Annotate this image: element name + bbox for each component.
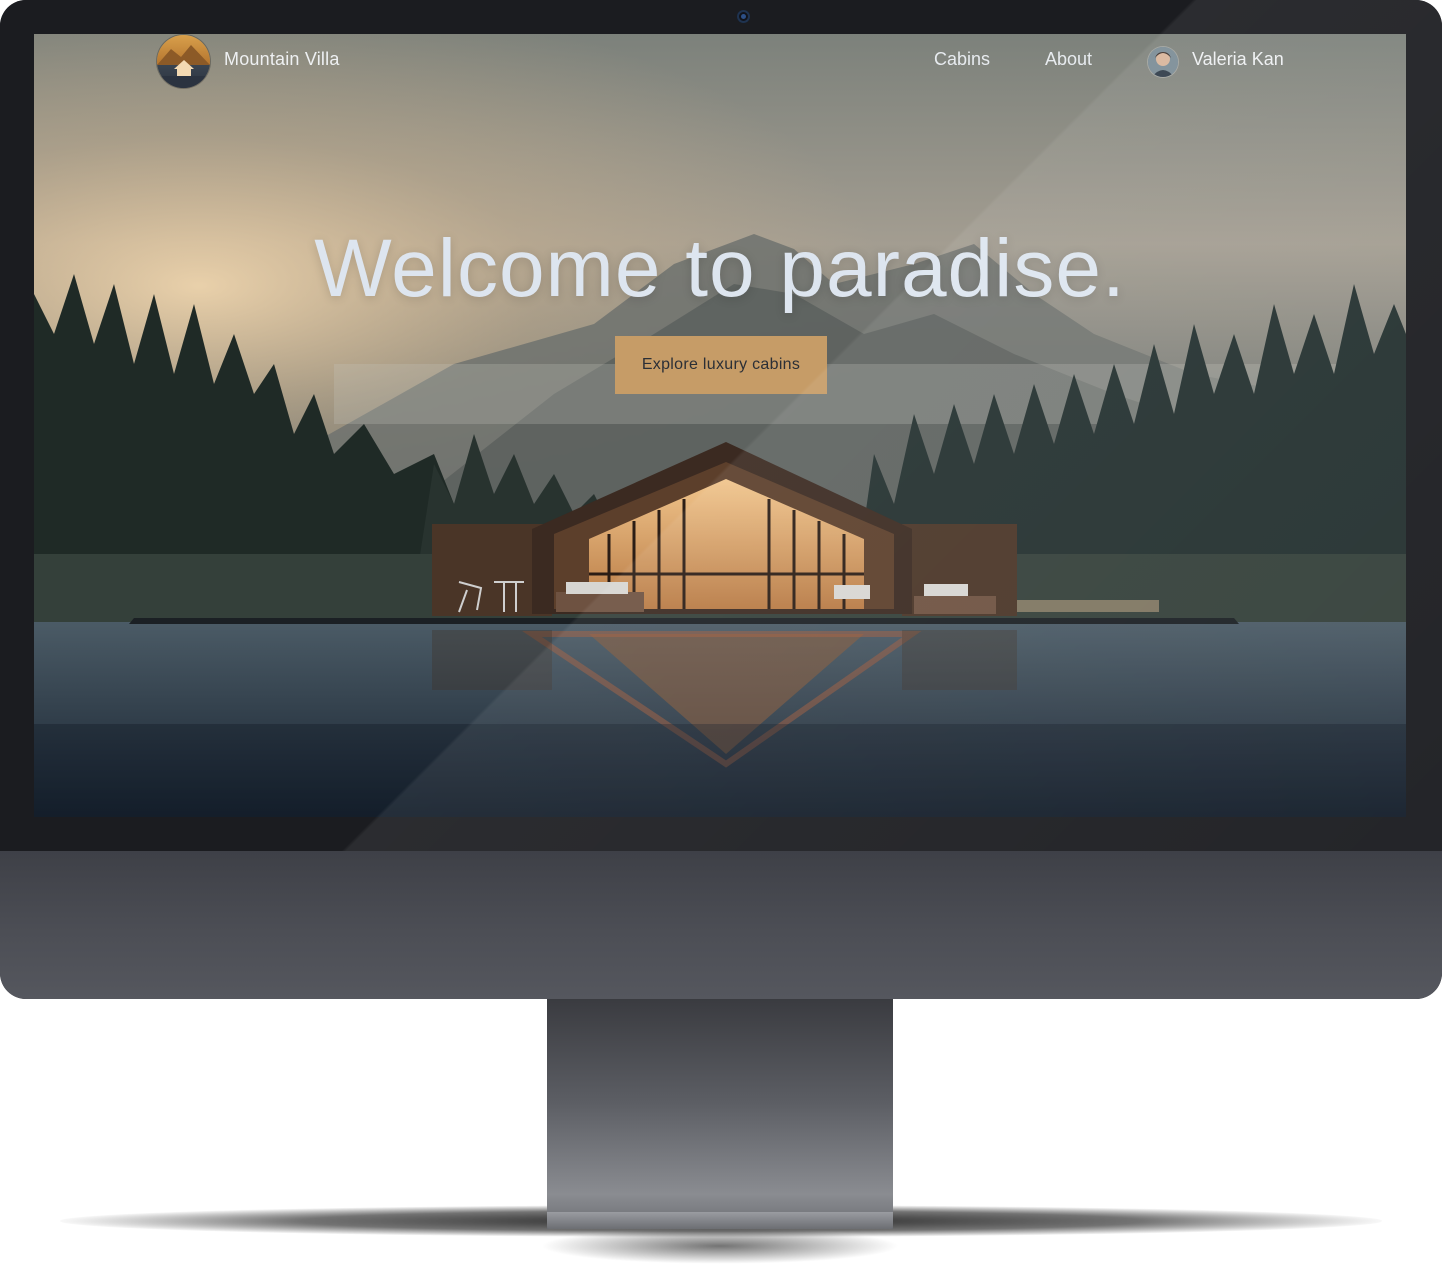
hero-title: Welcome to paradise. xyxy=(314,223,1126,314)
camera-icon xyxy=(737,10,750,23)
user-name: Valeria Kan xyxy=(1192,49,1284,69)
monitor-stand-foot xyxy=(547,1212,893,1229)
avatar-icon xyxy=(1148,47,1178,77)
monitor-chin xyxy=(0,851,1442,999)
explore-cabins-button[interactable]: Explore luxury cabins xyxy=(615,336,827,394)
monitor: Mountain Villa Cabins About Valeria Kan … xyxy=(0,0,1442,999)
top-navigation: Mountain Villa Cabins About Valeria Kan xyxy=(34,34,1406,88)
hero-background-image xyxy=(34,34,1406,817)
screen: Mountain Villa Cabins About Valeria Kan … xyxy=(34,34,1406,817)
stand-shadow xyxy=(540,1228,900,1264)
brand-logo-icon[interactable] xyxy=(157,35,210,88)
brand-name[interactable]: Mountain Villa xyxy=(224,49,340,70)
monitor-stand xyxy=(547,999,893,1229)
user-avatar xyxy=(1148,47,1178,77)
nav-link-cabins[interactable]: Cabins xyxy=(934,49,990,70)
mountain-cabin-logo-icon xyxy=(157,45,210,88)
nav-link-about[interactable]: About xyxy=(1045,49,1092,70)
